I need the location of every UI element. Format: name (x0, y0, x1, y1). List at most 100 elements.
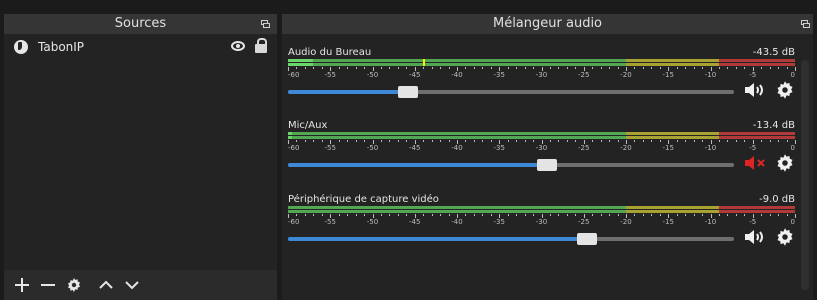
meter-tick (296, 67, 298, 69)
remove-source-button[interactable] (36, 273, 60, 297)
volume-slider-handle[interactable] (576, 233, 597, 245)
meter-tick (558, 67, 560, 69)
meter-tick (338, 140, 340, 142)
meter-zone-green (288, 210, 626, 213)
move-up-icon (99, 280, 113, 289)
channel-properties-button[interactable] (775, 227, 795, 247)
meter-tick (431, 140, 433, 142)
mute-toggle[interactable] (743, 227, 767, 247)
meter-tick (423, 140, 425, 142)
meter-tick (786, 140, 788, 142)
meter-zone-green (288, 206, 626, 209)
meter-tick (575, 67, 577, 69)
meter-tick (651, 140, 653, 142)
meter-zone-red (718, 206, 795, 209)
meter-tick (296, 140, 298, 142)
meter-tick (693, 214, 695, 216)
meter-tick (321, 214, 323, 216)
move-source-down-button[interactable] (120, 273, 144, 297)
scale-label: -15 (662, 71, 674, 79)
source-item[interactable]: TabonIP (10, 38, 271, 56)
scale-label: -15 (662, 144, 674, 152)
scale-label: -40 (451, 218, 463, 226)
meter-tick (617, 67, 619, 69)
scale-label: -30 (535, 71, 548, 79)
meter-tick (516, 67, 518, 69)
scale-label: -20 (620, 71, 632, 79)
meter-tick (566, 67, 568, 69)
meter-tick (659, 67, 661, 69)
undock-icon[interactable] (801, 20, 810, 28)
volume-slider-handle[interactable] (536, 159, 557, 171)
meter-tick (718, 140, 720, 142)
meter-tick (676, 67, 678, 69)
meter-tick (795, 140, 796, 144)
meter-tick (651, 67, 653, 69)
meter-tick (609, 140, 611, 142)
scale-label: 0 (790, 71, 795, 79)
meter-tick (524, 67, 526, 69)
meter-tick (347, 214, 349, 216)
meter-tick (659, 214, 661, 216)
meter-tick (380, 67, 382, 69)
meter-tick (642, 140, 644, 142)
meter-tick (769, 140, 771, 142)
volume-slider[interactable] (288, 159, 734, 171)
meter-tick (389, 214, 391, 216)
scale-label: -50 (366, 144, 379, 152)
volume-slider-handle[interactable] (398, 86, 419, 98)
scale-label: -45 (409, 218, 421, 226)
scale-label: -25 (578, 218, 590, 226)
visibility-eye-icon[interactable] (231, 41, 245, 51)
meter-tick (507, 214, 509, 216)
meter-tick (516, 214, 518, 216)
meter-tick (795, 214, 796, 218)
meter-tick (321, 67, 323, 69)
meter-tick (592, 67, 594, 69)
channel-properties-button[interactable] (775, 80, 795, 100)
meter-zone-yellow (626, 63, 719, 66)
meter-tick (338, 67, 340, 69)
meter-zone-red (718, 63, 795, 66)
scale-label: 0 (790, 144, 795, 152)
meter-tick (778, 214, 780, 216)
lock-icon[interactable] (255, 38, 267, 53)
gear-icon (777, 81, 793, 99)
undock-icon[interactable] (261, 20, 270, 28)
mute-toggle[interactable] (743, 153, 767, 173)
gear-icon (68, 278, 80, 292)
meter-zone-red (718, 132, 795, 135)
scale-label: -55 (324, 144, 336, 152)
meter-tick (778, 67, 780, 69)
meter-tick (304, 214, 306, 216)
speaker-icon (745, 230, 763, 244)
scale-label: -30 (535, 218, 548, 226)
meter-zone-green (288, 132, 626, 135)
mixer-channel: Mic/Aux -13.4 dB -60 -55 -50 -45 -40 -35 -30 -2… (286, 120, 796, 178)
move-down-icon (125, 281, 139, 290)
source-properties-button[interactable] (62, 273, 86, 297)
meter-tick (347, 140, 349, 142)
volume-slider[interactable] (288, 86, 734, 98)
meter-tick (727, 67, 729, 69)
meter-tick (761, 67, 763, 69)
meter-tick (744, 140, 746, 142)
scale-label: -40 (451, 71, 463, 79)
meter-tick (778, 140, 780, 142)
meter-tick (397, 214, 399, 216)
sources-toolbar (4, 270, 277, 300)
add-source-button[interactable] (10, 273, 34, 297)
meter-tick (406, 214, 408, 216)
meter-tick (423, 67, 425, 69)
mixer-scrollbar[interactable] (801, 60, 809, 290)
meter-tick (718, 214, 720, 216)
meter-tick (524, 140, 526, 142)
move-source-up-button[interactable] (94, 273, 118, 297)
meter-tick (448, 214, 450, 216)
meter-zone-green (288, 59, 626, 62)
channel-properties-button[interactable] (775, 153, 795, 173)
meter-tick (735, 67, 737, 69)
mute-toggle[interactable] (743, 80, 767, 100)
meter-tick (575, 140, 577, 142)
volume-slider[interactable] (288, 233, 734, 245)
